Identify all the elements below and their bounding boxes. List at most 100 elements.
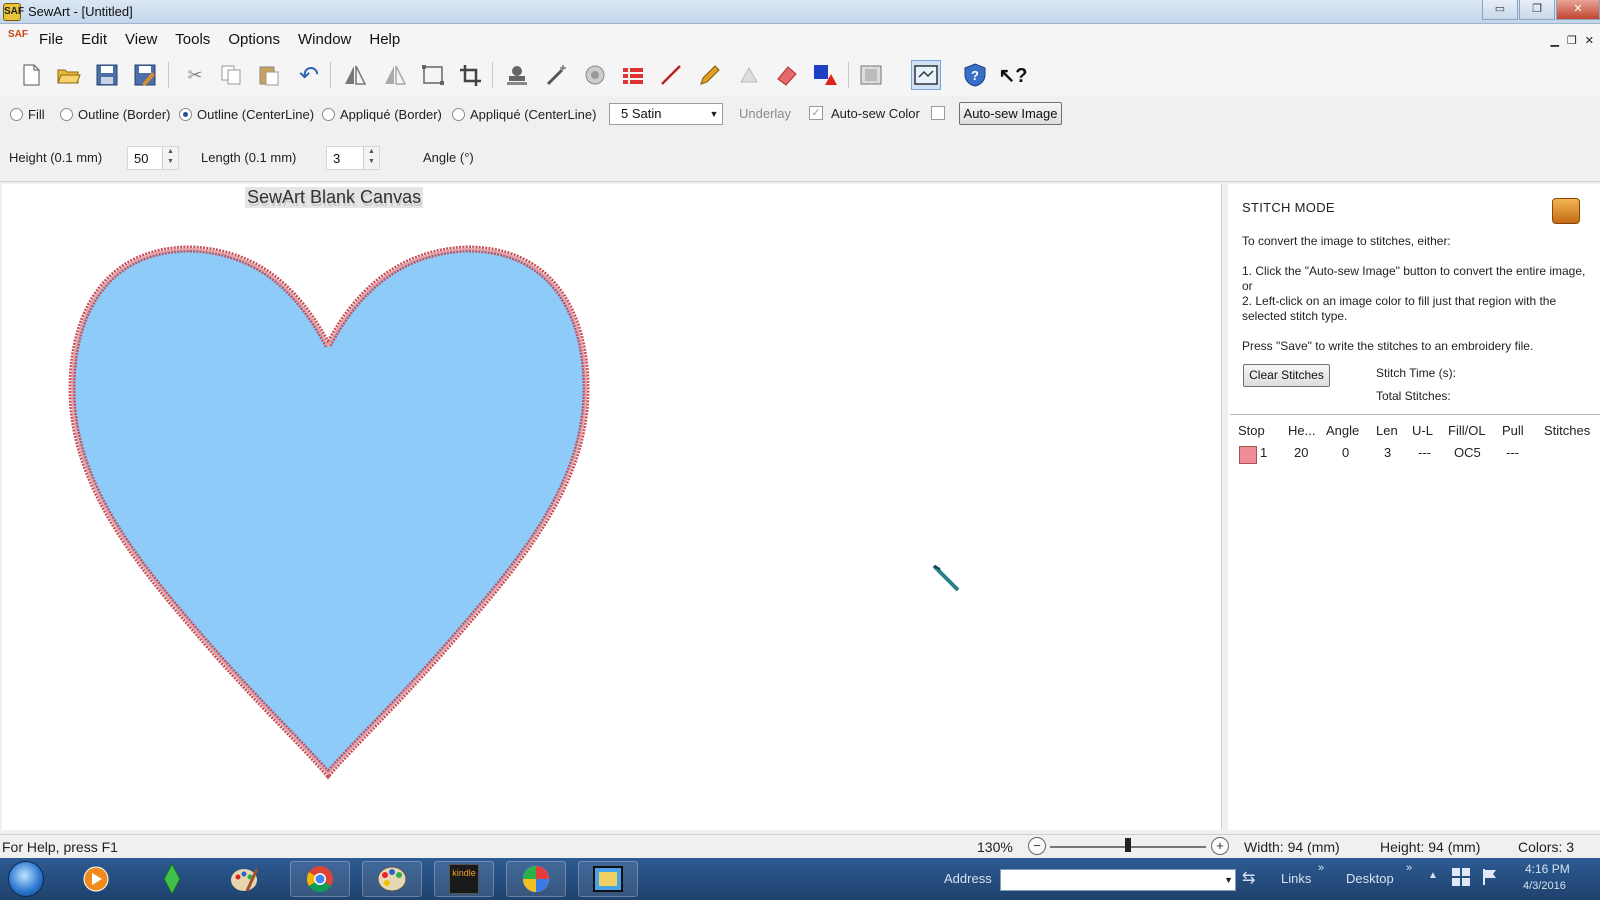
refresh-icon[interactable]: ⇆ [1242, 868, 1255, 888]
stitch-type-select[interactable]: 5 Satin ▼ [609, 103, 723, 125]
document-icon[interactable]: SAF [8, 29, 28, 49]
desktop-label[interactable]: Desktop [1346, 871, 1394, 886]
clear-stitches-button[interactable]: Clear Stitches [1243, 364, 1330, 387]
col-fill-ol[interactable]: Fill/OL [1448, 423, 1486, 438]
links-label[interactable]: Links [1281, 871, 1311, 886]
pen-cursor-icon [932, 564, 960, 592]
paint-icon[interactable] [214, 861, 274, 897]
menu-tools[interactable]: Tools [166, 31, 219, 48]
radio-applique-centerline[interactable]: Appliqué (CenterLine) [452, 107, 596, 122]
mirror-vertical-icon[interactable] [380, 60, 410, 90]
chrome-icon[interactable] [290, 861, 350, 897]
sewart-icon[interactable] [578, 861, 638, 897]
stamp-icon[interactable] [502, 60, 532, 90]
new-icon[interactable] [16, 60, 46, 90]
zoom-in-icon[interactable]: + [1211, 837, 1229, 855]
merge-icon[interactable] [580, 60, 610, 90]
menu-file[interactable]: File [30, 31, 72, 48]
help-icon[interactable]: ? [960, 60, 990, 90]
resize-icon[interactable] [418, 60, 448, 90]
save-as-icon[interactable] [130, 60, 160, 90]
autosew-color-checkbox[interactable]: ✓ [809, 106, 823, 120]
crop-icon[interactable] [456, 60, 486, 90]
radio-fill-label: Fill [28, 107, 45, 122]
tray-expand-icon[interactable]: ▲ [1428, 870, 1438, 881]
sims-icon[interactable] [142, 861, 202, 897]
col-angle[interactable]: Angle [1326, 423, 1359, 438]
mirror-horizontal-icon[interactable] [340, 60, 370, 90]
stitch-mode-icon[interactable] [911, 60, 941, 90]
windows-logo-icon[interactable] [1452, 868, 1470, 889]
cell-ul: --- [1418, 445, 1431, 460]
chevron-right-icon[interactable]: » [1406, 862, 1412, 874]
height-label: Height (0.1 mm) [9, 150, 103, 165]
col-ul[interactable]: U-L [1412, 423, 1433, 438]
height-stepper[interactable]: 50 ▲ ▼ [127, 146, 179, 170]
flag-icon[interactable] [1482, 868, 1498, 889]
shapes-icon[interactable] [810, 60, 840, 90]
length-stepper[interactable]: 3 ▲ ▼ [326, 146, 380, 170]
autosew-extra-checkbox[interactable] [931, 106, 945, 120]
pencil-icon[interactable] [694, 60, 724, 90]
zoom-out-icon[interactable]: − [1028, 837, 1046, 855]
chevron-right-icon[interactable]: » [1318, 862, 1324, 874]
clock-date[interactable]: 4/3/2016 [1523, 880, 1566, 892]
stitch-list-table[interactable]: Stop He... Angle Len U-L Fill/OL Pull St… [1230, 414, 1600, 824]
address-input[interactable]: ▼ [1000, 869, 1236, 891]
col-stitches[interactable]: Stitches [1544, 423, 1590, 438]
kindle-icon[interactable]: kindle [434, 861, 494, 897]
doc-close-button[interactable]: ✕ [1585, 34, 1594, 47]
document-window-controls: ▁ ❐ ✕ [1550, 34, 1594, 47]
menu-edit[interactable]: Edit [72, 31, 116, 48]
menu-window[interactable]: Window [289, 31, 360, 48]
pinwheel-icon[interactable] [506, 861, 566, 897]
line-icon[interactable] [656, 60, 686, 90]
auto-sew-image-button[interactable]: Auto-sew Image [959, 102, 1062, 125]
save-icon[interactable] [92, 60, 122, 90]
radio-fill[interactable]: Fill [10, 107, 45, 122]
sewart-app-icon[interactable]: SAF [3, 3, 24, 21]
radio-outline-border[interactable]: Outline (Border) [60, 107, 170, 122]
stepper-arrows-icon[interactable]: ▲ ▼ [162, 147, 178, 169]
open-icon[interactable] [54, 60, 84, 90]
fill-icon[interactable] [734, 60, 764, 90]
media-player-icon[interactable] [66, 861, 126, 897]
context-help-icon[interactable]: ↖? [998, 60, 1028, 90]
menu-view[interactable]: View [116, 31, 166, 48]
radio-applique-border[interactable]: Appliqué (Border) [322, 107, 442, 122]
clock-time[interactable]: 4:16 PM [1525, 862, 1570, 876]
heart-fill[interactable] [72, 248, 586, 775]
col-stop[interactable]: Stop [1238, 423, 1265, 438]
copy-icon[interactable] [216, 60, 246, 90]
col-len[interactable]: Len [1376, 423, 1398, 438]
height-value: 50 [134, 151, 149, 166]
doc-restore-button[interactable]: ❐ [1567, 34, 1577, 47]
color-list-icon[interactable] [618, 60, 648, 90]
total-stitches-label: Total Stitches: [1376, 389, 1451, 403]
heart-image[interactable] [2, 184, 1222, 830]
col-height[interactable]: He... [1288, 423, 1315, 438]
col-pull[interactable]: Pull [1502, 423, 1524, 438]
doc-minimize-button[interactable]: ▁ [1550, 34, 1558, 47]
stepper-arrows-icon[interactable]: ▲ ▼ [363, 147, 379, 169]
grid-icon[interactable] [856, 60, 886, 90]
cut-icon[interactable]: ✂ [180, 60, 210, 90]
stitch-mode-panel: STITCH MODE To convert the image to stit… [1228, 184, 1600, 830]
close-button[interactable]: ✕ [1556, 0, 1600, 20]
menu-options[interactable]: Options [219, 31, 289, 48]
menu-help[interactable]: Help [360, 31, 409, 48]
paste-icon[interactable] [254, 60, 284, 90]
chevron-down-icon[interactable]: ▼ [1224, 870, 1233, 890]
canvas-area[interactable]: SewArt Blank Canvas [2, 184, 1222, 830]
start-button[interactable] [8, 861, 44, 897]
eraser-icon[interactable] [772, 60, 802, 90]
undo-icon[interactable]: ↶ [294, 60, 324, 90]
cell-fill-ol: OC5 [1454, 445, 1481, 460]
zoom-slider-thumb[interactable] [1125, 838, 1131, 852]
radio-outline-centerline[interactable]: Outline (CenterLine) [179, 107, 314, 122]
palette-icon[interactable] [362, 861, 422, 897]
restore-button[interactable]: ❐ [1519, 0, 1555, 20]
minimize-button[interactable]: ▭ [1482, 0, 1518, 20]
radio-outline-border-label: Outline (Border) [78, 107, 171, 122]
wand-icon[interactable] [542, 60, 572, 90]
